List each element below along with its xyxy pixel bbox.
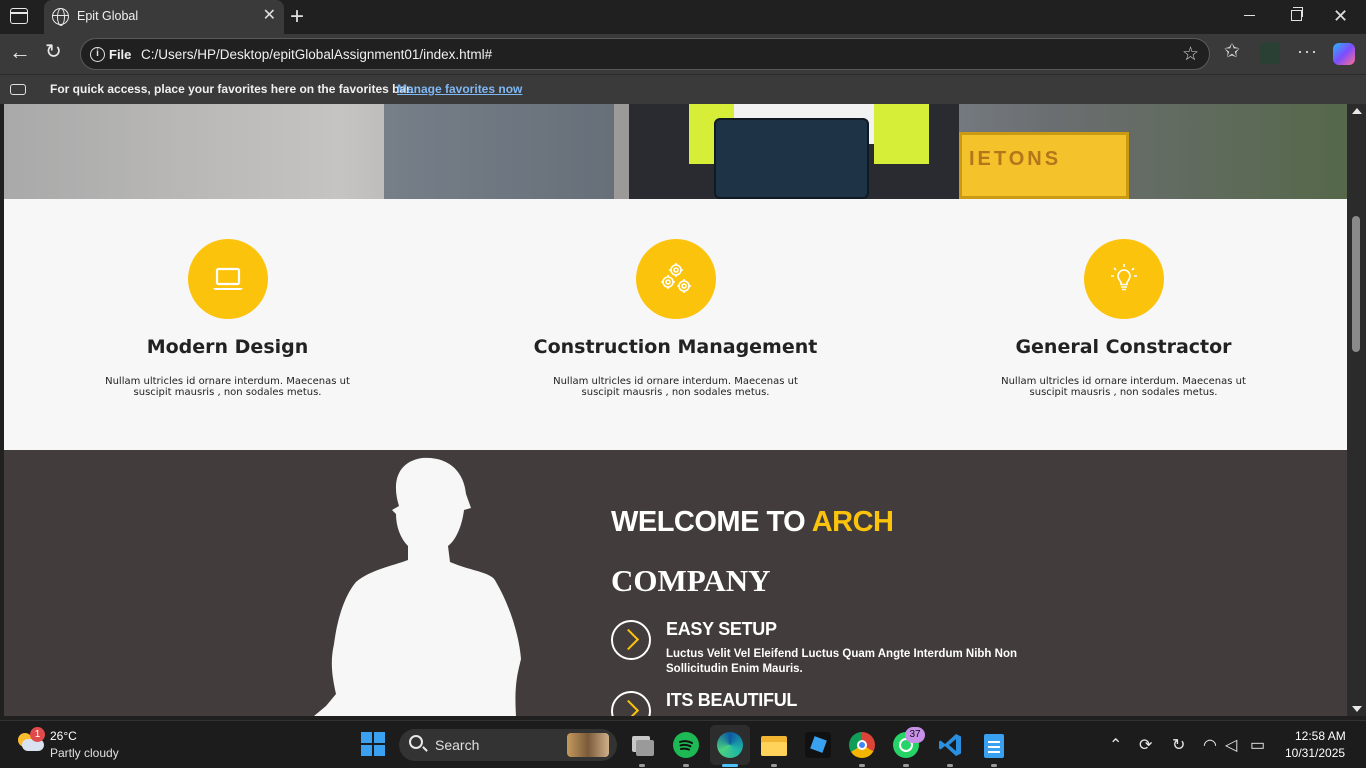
notepad-icon[interactable] bbox=[981, 732, 1007, 758]
chevron-up-icon[interactable]: ⌃ bbox=[1109, 735, 1122, 755]
scroll-down-icon[interactable] bbox=[1352, 706, 1362, 712]
manage-favorites-link[interactable]: Manage favorites now bbox=[397, 82, 522, 96]
file-label: File bbox=[109, 47, 132, 62]
reload-icon[interactable]: ↻ bbox=[45, 39, 62, 64]
safety-vest-right bbox=[874, 104, 929, 164]
sidebar-icon[interactable] bbox=[10, 8, 28, 24]
vscode-icon[interactable] bbox=[937, 732, 963, 758]
page-viewport: IETONS Modern Design Nullam ultricles id… bbox=[4, 104, 1347, 716]
wifi-icon[interactable]: ◠ bbox=[1203, 735, 1217, 755]
back-icon[interactable]: ← bbox=[9, 39, 31, 65]
profile-icon[interactable] bbox=[1260, 42, 1280, 64]
task-view-indicator bbox=[639, 764, 645, 767]
chrome-indicator bbox=[859, 764, 865, 767]
terminal-app-icon[interactable] bbox=[805, 732, 831, 758]
hero-image: IETONS bbox=[4, 104, 1347, 199]
taskbar-search[interactable]: Search bbox=[399, 729, 617, 761]
taskbar: 1 26°C Partly cloudy Search 37 ⌃ ⟳ ↻ ◠ ◁… bbox=[0, 720, 1366, 768]
welcome-text: WELCOME TO bbox=[611, 506, 812, 538]
chevron-right-icon bbox=[611, 691, 651, 716]
feature-title: General Constractor bbox=[1015, 336, 1232, 358]
browser-toolbar: ← ↻ i File C:/Users/HP/Desktop/epitGloba… bbox=[0, 34, 1366, 74]
page-scrollbar[interactable] bbox=[1347, 104, 1366, 716]
weather-description[interactable]: Partly cloudy bbox=[50, 746, 119, 760]
company-heading: COMPANY bbox=[611, 563, 771, 598]
gears-icon bbox=[635, 239, 716, 319]
feature-text: Nullam ultricles id ornare interdum. Mae… bbox=[553, 376, 798, 398]
new-tab-button[interactable]: + bbox=[290, 3, 304, 31]
edge-icon[interactable] bbox=[717, 732, 743, 758]
item-title: ITS BEAUTIFUL bbox=[666, 690, 798, 710]
about-section: WELCOME TO ARCH COMPANY EASY SETUP Luctu… bbox=[4, 450, 1347, 716]
browser-tab[interactable]: Epit Global ✕ bbox=[44, 0, 284, 34]
close-tab-icon[interactable]: ✕ bbox=[263, 7, 276, 25]
file-explorer-indicator bbox=[771, 764, 777, 767]
scroll-up-icon[interactable] bbox=[1352, 108, 1362, 114]
notepad-indicator bbox=[991, 764, 997, 767]
welcome-heading: WELCOME TO ARCH bbox=[611, 506, 894, 539]
item-title: EASY SETUP bbox=[666, 619, 777, 639]
title-bar: Epit Global ✕ + ✕ bbox=[0, 0, 1366, 34]
feature-general-constractor: General Constractor Nullam ultricles id … bbox=[900, 199, 1347, 450]
search-icon bbox=[409, 735, 423, 749]
clock-date[interactable]: 10/31/2025 bbox=[1285, 746, 1345, 760]
whatsapp-badge: 37 bbox=[905, 727, 925, 743]
worker-silhouette-image bbox=[314, 457, 521, 716]
address-bar[interactable]: i File C:/Users/HP/Desktop/epitGlobalAss… bbox=[80, 38, 1210, 70]
feature-text: Nullam ultricles id ornare interdum. Mae… bbox=[1001, 376, 1246, 398]
favorites-bar-icon bbox=[10, 84, 26, 95]
road-sign-text: IETONS bbox=[969, 148, 1062, 170]
feature-title: Construction Management bbox=[533, 336, 818, 358]
item-text: Luctus Velit Vel Eleifend Luctus Quam An… bbox=[666, 648, 1017, 675]
search-highlight-image bbox=[567, 733, 609, 757]
tablet-image bbox=[714, 118, 869, 199]
search-label: Search bbox=[435, 737, 480, 753]
copilot-icon[interactable] bbox=[1333, 43, 1355, 65]
more-icon[interactable]: ··· bbox=[1297, 41, 1318, 62]
favorites-prompt: For quick access, place your favorites h… bbox=[50, 82, 414, 96]
tab-title: Epit Global bbox=[77, 9, 139, 23]
minimize-button[interactable] bbox=[1244, 15, 1255, 17]
feature-title: Modern Design bbox=[146, 336, 309, 358]
refresh-icon[interactable]: ↻ bbox=[1172, 735, 1185, 755]
star-icon[interactable]: ☆ bbox=[1182, 43, 1199, 66]
file-explorer-icon[interactable] bbox=[761, 732, 787, 758]
url-input[interactable]: C:/Users/HP/Desktop/epitGlobalAssignment… bbox=[141, 47, 492, 62]
scroll-thumb[interactable] bbox=[1352, 216, 1360, 352]
welcome-accent: ARCH bbox=[811, 506, 894, 538]
spotify-indicator bbox=[683, 764, 689, 767]
window-close-button[interactable]: ✕ bbox=[1333, 6, 1348, 27]
feature-modern-design: Modern Design Nullam ultricles id ornare… bbox=[4, 199, 451, 450]
feature-text: Nullam ultricles id ornare interdum. Mae… bbox=[105, 376, 350, 398]
favorites-bar: For quick access, place your favorites h… bbox=[0, 74, 1366, 104]
spotify-icon[interactable] bbox=[673, 732, 699, 758]
battery-icon[interactable]: ▭ bbox=[1250, 735, 1265, 755]
laptop-icon bbox=[187, 239, 268, 319]
feature-construction-management: Construction Management Nullam ultricles… bbox=[452, 199, 899, 450]
volume-icon[interactable]: ◁ bbox=[1225, 735, 1237, 755]
chrome-icon[interactable] bbox=[849, 732, 875, 758]
edge-indicator bbox=[722, 764, 738, 767]
globe-icon bbox=[52, 8, 69, 26]
sync-icon[interactable]: ⟳ bbox=[1139, 735, 1152, 755]
lightbulb-icon bbox=[1083, 239, 1164, 319]
restore-button[interactable] bbox=[1291, 7, 1303, 21]
weather-temperature[interactable]: 26°C bbox=[50, 729, 77, 743]
task-view-icon[interactable] bbox=[630, 732, 656, 758]
windows-start-icon[interactable] bbox=[361, 732, 387, 758]
clock-time[interactable]: 12:58 AM bbox=[1295, 729, 1346, 743]
vscode-indicator bbox=[947, 764, 953, 767]
weather-badge: 1 bbox=[30, 727, 45, 742]
features-section: Modern Design Nullam ultricles id ornare… bbox=[4, 199, 1347, 450]
info-icon[interactable]: i bbox=[90, 47, 105, 62]
chevron-right-icon bbox=[611, 620, 651, 660]
whatsapp-indicator bbox=[903, 764, 909, 767]
favorites-icon[interactable]: ✩ bbox=[1224, 40, 1240, 63]
hero-background bbox=[384, 104, 614, 199]
